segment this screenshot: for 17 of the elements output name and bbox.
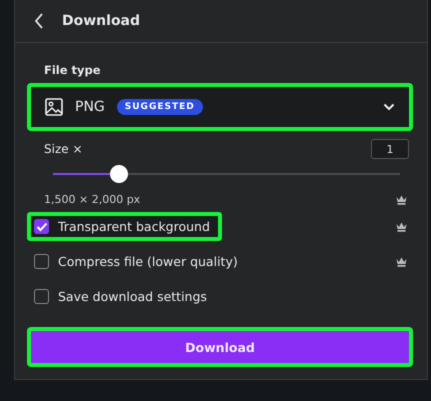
chevron-down-icon (383, 103, 395, 111)
panel-title: Download (62, 13, 140, 29)
download-button[interactable]: Download (31, 331, 409, 363)
checkbox-option[interactable]: Transparent background (34, 219, 210, 234)
checkbox-option[interactable]: Save download settings (34, 289, 207, 304)
crown-icon (396, 222, 407, 232)
file-type-dropdown[interactable]: PNG SUGGESTED (31, 87, 409, 127)
size-input[interactable]: 1 (371, 139, 409, 159)
check-icon (36, 222, 48, 232)
dimensions-text: 1,500 × 2,000 px (44, 193, 140, 206)
file-type-label: File type (44, 63, 102, 77)
checkbox-option[interactable]: Compress file (lower quality) (34, 254, 238, 269)
size-label: Size × (44, 142, 83, 156)
back-icon[interactable] (34, 13, 44, 29)
image-icon (45, 98, 63, 116)
suggested-badge: SUGGESTED (116, 99, 203, 115)
crown-icon (396, 256, 407, 266)
